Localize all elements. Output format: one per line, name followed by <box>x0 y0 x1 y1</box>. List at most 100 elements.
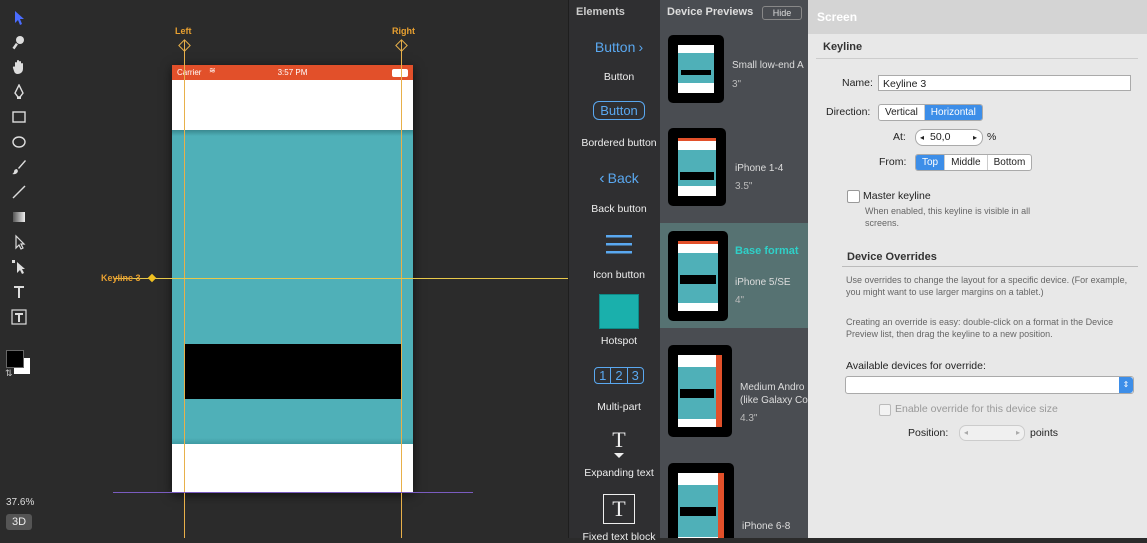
at-label: At: <box>893 131 906 143</box>
phone-mockup[interactable]: Carrier ≋ 3:57 PM <box>172 65 413 493</box>
element-back-button[interactable]: ‹ Back <box>569 170 669 188</box>
master-keyline-checkbox[interactable] <box>847 190 860 203</box>
pointer-icon[interactable] <box>9 8 29 28</box>
inspector-header-title: Screen <box>817 10 858 24</box>
hamburger-icon <box>606 235 632 254</box>
guide-right-label: Right <box>392 26 415 36</box>
chevron-left-icon: ‹ <box>599 170 605 187</box>
bottom-divider <box>172 438 413 444</box>
tools-panel: ⇅ 37.6% 3D <box>0 0 38 538</box>
device-thumb-iphone-6-8[interactable] <box>668 463 734 538</box>
element-fixed-text[interactable]: T <box>569 494 669 524</box>
pen-icon[interactable] <box>9 82 29 102</box>
stepper-right-icon[interactable]: ▸ <box>1016 426 1020 440</box>
available-devices-select[interactable]: ⇕ <box>845 376 1134 394</box>
guide-right-line[interactable] <box>401 40 402 538</box>
position-label: Position: <box>908 427 949 439</box>
element-bordered-button[interactable]: Button <box>569 101 669 120</box>
device-thumb-small-low-end[interactable] <box>668 35 724 103</box>
direction-label: Direction: <box>826 106 871 118</box>
button-preview: Button <box>594 39 636 55</box>
3d-button[interactable]: 3D <box>6 514 32 530</box>
element-multi-part[interactable]: 1 2 3 <box>569 367 669 384</box>
keyline-3-line[interactable] <box>114 278 568 279</box>
from-segmented[interactable]: Top Middle Bottom <box>915 154 1033 171</box>
device-name: Medium Andro <box>740 382 805 393</box>
element-hotspot[interactable] <box>569 294 669 332</box>
gradient-icon[interactable] <box>9 207 29 227</box>
direction-segmented[interactable]: Vertical Horizontal <box>878 104 983 121</box>
shadow-divider <box>172 130 413 136</box>
stepper-left-icon[interactable]: ◂ <box>964 426 968 440</box>
direction-horizontal[interactable]: Horizontal <box>924 105 982 120</box>
device-thumb-iphone-1-4[interactable] <box>668 128 726 206</box>
element-label: Bordered button <box>581 137 657 149</box>
back-button-preview: Back <box>607 170 639 186</box>
black-block[interactable] <box>184 344 401 399</box>
device-name-base-format: Base format <box>735 245 799 257</box>
direct-select-icon[interactable] <box>9 232 29 252</box>
name-field[interactable]: Keyline 3 <box>878 75 1131 91</box>
design-canvas[interactable]: Left Right Carrier ≋ 3:57 PM Keyline 3 <box>38 0 568 538</box>
chevron-right-icon: › <box>638 39 644 55</box>
color-swatches[interactable]: ⇅ <box>4 348 34 378</box>
brush-icon[interactable] <box>9 157 29 177</box>
position-unit: points <box>1030 427 1059 439</box>
device-size: 3" <box>732 79 742 90</box>
divider <box>842 266 1138 267</box>
enable-override-checkbox[interactable] <box>879 404 891 416</box>
device-thumb-medium-android[interactable] <box>668 345 732 437</box>
expanding-text-preview: T <box>612 427 626 452</box>
status-time: 3:57 PM <box>277 68 308 77</box>
device-thumb-base-format[interactable] <box>668 231 728 321</box>
line-icon[interactable] <box>9 182 29 202</box>
stepper-right-icon[interactable]: ▸ <box>973 130 977 145</box>
at-stepper[interactable]: ◂ 50,0 ▸ <box>915 129 983 146</box>
battery-icon <box>392 69 408 77</box>
element-label: Button <box>603 71 635 83</box>
enable-override-label: Enable override for this device size <box>895 403 1058 415</box>
overrides-hint-2: Creating an override is easy: double-cli… <box>846 317 1114 339</box>
element-button[interactable]: Button › <box>569 39 669 55</box>
element-label: Expanding text <box>584 467 654 479</box>
element-icon-button[interactable] <box>569 234 669 259</box>
keyline-3-handle[interactable] <box>147 273 157 283</box>
guide-left-label: Left <box>175 26 192 36</box>
master-keyline-hint: When enabled, this keyline is visible in… <box>865 206 1031 228</box>
from-middle[interactable]: Middle <box>945 155 988 170</box>
overrides-hint-1: Use overrides to change the layout for a… <box>846 275 1128 297</box>
path-select-icon[interactable] <box>9 257 29 277</box>
content-area[interactable] <box>172 130 413 444</box>
foreground-color-swatch[interactable] <box>6 350 24 368</box>
swap-colors-icon[interactable]: ⇅ <box>5 368 13 379</box>
master-keyline-label: Master keyline <box>863 190 931 202</box>
device-sub: iPhone 5/SE <box>735 277 791 288</box>
position-stepper[interactable]: ◂ ▸ <box>959 425 1025 441</box>
baseline-guide <box>113 492 473 493</box>
rectangle-icon[interactable] <box>9 107 29 127</box>
guide-left-line[interactable] <box>184 40 185 538</box>
at-unit: % <box>987 131 997 143</box>
stepper-left-icon[interactable]: ◂ <box>920 130 924 145</box>
name-label: Name: <box>842 77 873 89</box>
text-box-icon[interactable] <box>9 307 29 327</box>
from-bottom[interactable]: Bottom <box>988 155 1032 170</box>
magnifier-icon[interactable] <box>9 32 29 52</box>
inspector-header: Screen <box>808 0 1147 34</box>
keyline-3-label: Keyline 3 <box>101 273 141 283</box>
hide-button[interactable]: Hide <box>762 6 802 20</box>
hand-icon[interactable] <box>9 57 29 77</box>
element-expanding-text[interactable]: T <box>569 427 669 458</box>
from-top[interactable]: Top <box>916 155 946 170</box>
device-name: iPhone 6-8 <box>742 521 791 532</box>
direction-vertical[interactable]: Vertical <box>879 105 925 120</box>
text-icon[interactable] <box>9 282 29 302</box>
element-label: Multi-part <box>597 401 641 413</box>
device-name: iPhone 1-4 <box>735 163 784 174</box>
ellipse-icon[interactable] <box>9 132 29 152</box>
device-size: 3.5" <box>735 181 753 192</box>
device-previews-title: Device Previews <box>667 6 754 18</box>
overrides-section-title: Device Overrides <box>847 251 937 263</box>
from-label: From: <box>879 156 907 168</box>
device-size: 4" <box>735 295 745 306</box>
